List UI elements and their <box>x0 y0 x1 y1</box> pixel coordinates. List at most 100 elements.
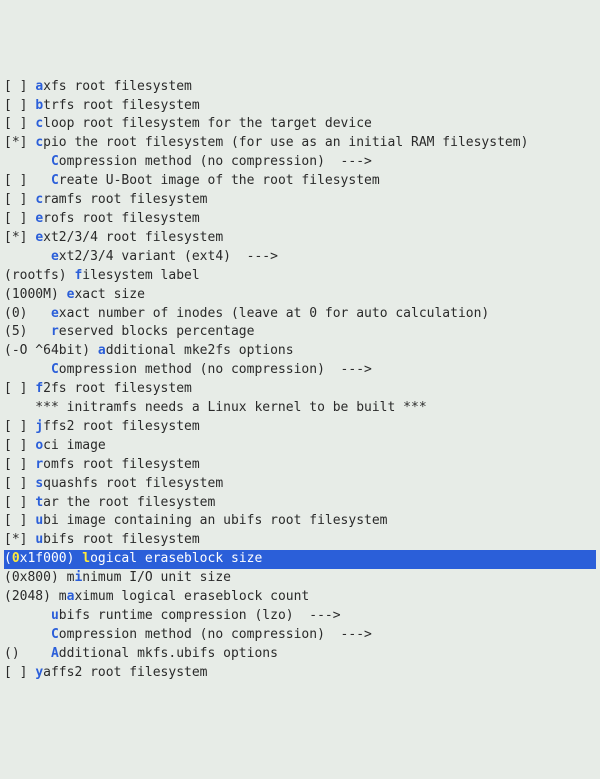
hotkey: i <box>74 570 82 585</box>
label-text: pio the root filesystem (for use as an i… <box>43 135 528 150</box>
prefix: [ ] <box>4 665 35 680</box>
label-text: xact size <box>74 287 144 302</box>
menu-cpio-compression[interactable]: Compression method (no compression) ---> <box>4 153 596 172</box>
prefix: *** initramfs needs a Linux kernel to be… <box>4 400 427 415</box>
hotkey: e <box>35 211 43 226</box>
hotkey: c <box>35 116 43 131</box>
label-text: ilesystem label <box>82 268 199 283</box>
prefix: [ ] <box>4 192 35 207</box>
prefix: [ ] <box>4 173 51 188</box>
input-inodes[interactable]: (0) exact number of inodes (leave at 0 f… <box>4 305 596 324</box>
prefix: ( <box>4 551 12 566</box>
label-text: ompression method (no compression) ---> <box>59 154 372 169</box>
prefix <box>4 608 51 623</box>
label-text: 2fs root filesystem <box>43 381 192 396</box>
label-text: quashfs root filesystem <box>43 476 223 491</box>
opt-btrfs[interactable]: [ ] btrfs root filesystem <box>4 97 596 116</box>
label-text: loop root filesystem for the target devi… <box>43 116 372 131</box>
filesystem-options-list: [ ] axfs root filesystem[ ] btrfs root f… <box>4 78 596 683</box>
prefix <box>4 249 51 264</box>
hotkey: u <box>35 532 43 547</box>
opt-axfs[interactable]: [ ] axfs root filesystem <box>4 78 596 97</box>
opt-f2fs[interactable]: [ ] f2fs root filesystem <box>4 380 596 399</box>
hotkey: C <box>51 362 59 377</box>
prefix: (0x800) m <box>4 570 74 585</box>
label-text: omfs root filesystem <box>43 457 200 472</box>
label-text: bifs runtime compression (lzo) ---> <box>59 608 341 623</box>
prefix: (0) <box>4 306 51 321</box>
hotkey: e <box>35 230 43 245</box>
hotkey: e <box>51 249 59 264</box>
opt-cpio[interactable]: [*] cpio the root filesystem (for use as… <box>4 134 596 153</box>
opt-yaffs2[interactable]: [ ] yaffs2 root filesystem <box>4 664 596 683</box>
prefix: [ ] <box>4 513 35 528</box>
label-text: xt2/3/4 root filesystem <box>43 230 223 245</box>
label-text: x1f000) <box>20 551 83 566</box>
prefix: (rootfs) <box>4 268 74 283</box>
prefix <box>4 362 51 377</box>
opt-cramfs[interactable]: [ ] cramfs root filesystem <box>4 191 596 210</box>
opt-tar[interactable]: [ ] tar the root filesystem <box>4 494 596 513</box>
comment-initramfs: *** initramfs needs a Linux kernel to be… <box>4 399 596 418</box>
prefix <box>4 154 51 169</box>
label-text: ogical eraseblock size <box>90 551 262 566</box>
hotkey: y <box>35 665 43 680</box>
label-text: nimum I/O unit size <box>82 570 231 585</box>
menu-ubifs-compression[interactable]: Compression method (no compression) ---> <box>4 626 596 645</box>
prefix: [ ] <box>4 211 35 226</box>
opt-ubifs[interactable]: [*] ubifs root filesystem <box>4 531 596 550</box>
input-mke2fs-options[interactable]: (-O ^64bit) additional mke2fs options <box>4 342 596 361</box>
prefix: [ ] <box>4 116 35 131</box>
opt-erofs[interactable]: [ ] erofs root filesystem <box>4 210 596 229</box>
label-text: dditional mke2fs options <box>106 343 294 358</box>
hotkey: j <box>35 419 43 434</box>
opt-romfs[interactable]: [ ] romfs root filesystem <box>4 456 596 475</box>
label-text: ar the root filesystem <box>43 495 215 510</box>
label-text: trfs root filesystem <box>43 98 200 113</box>
prefix: [ ] <box>4 419 35 434</box>
input-reserved-blocks[interactable]: (5) reserved blocks percentage <box>4 323 596 342</box>
menu-ubifs-runtime-compression[interactable]: ubifs runtime compression (lzo) ---> <box>4 607 596 626</box>
hotkey: A <box>51 646 59 661</box>
hotkey: a <box>35 79 43 94</box>
hotkey: a <box>98 343 106 358</box>
prefix: [ ] <box>4 476 35 491</box>
input-max-leb[interactable]: (2048) maximum logical eraseblock count <box>4 588 596 607</box>
opt-squashfs[interactable]: [ ] squashfs root filesystem <box>4 475 596 494</box>
label-text: eserved blocks percentage <box>59 324 255 339</box>
prefix: [ ] <box>4 98 35 113</box>
hotkey: c <box>35 135 43 150</box>
opt-oci[interactable]: [ ] oci image <box>4 437 596 456</box>
hotkey: s <box>35 476 43 491</box>
input-leb-size[interactable]: (0x1f000) logical eraseblock size <box>4 550 596 569</box>
hotkey: t <box>35 495 43 510</box>
prefix: [ ] <box>4 79 35 94</box>
menu-ext-variant[interactable]: ext2/3/4 variant (ext4) ---> <box>4 248 596 267</box>
label-text: affs2 root filesystem <box>43 665 207 680</box>
hotkey: r <box>35 457 43 472</box>
prefix: [ ] <box>4 381 35 396</box>
hotkey: C <box>51 627 59 642</box>
opt-ext[interactable]: [*] ext2/3/4 root filesystem <box>4 229 596 248</box>
prefix: (2048) m <box>4 589 67 604</box>
prefix: [*] <box>4 532 35 547</box>
prefix: [*] <box>4 230 35 245</box>
hotkey: o <box>35 438 43 453</box>
opt-cloop[interactable]: [ ] cloop root filesystem for the target… <box>4 115 596 134</box>
prefix: (5) <box>4 324 51 339</box>
input-mkfs-ubifs-options[interactable]: () Additional mkfs.ubifs options <box>4 645 596 664</box>
label-text: ffs2 root filesystem <box>43 419 200 434</box>
label-text: ompression method (no compression) ---> <box>59 627 372 642</box>
prefix: [*] <box>4 135 35 150</box>
label-text: rofs root filesystem <box>43 211 200 226</box>
opt-ubi[interactable]: [ ] ubi image containing an ubifs root f… <box>4 512 596 531</box>
menu-ext-compression[interactable]: Compression method (no compression) ---> <box>4 361 596 380</box>
input-min-io[interactable]: (0x800) minimum I/O unit size <box>4 569 596 588</box>
input-exact-size[interactable]: (1000M) exact size <box>4 286 596 305</box>
prefix: [ ] <box>4 457 35 472</box>
label-text: xfs root filesystem <box>43 79 192 94</box>
prefix: [ ] <box>4 438 35 453</box>
opt-jffs2[interactable]: [ ] jffs2 root filesystem <box>4 418 596 437</box>
opt-cpio-uboot[interactable]: [ ] Create U-Boot image of the root file… <box>4 172 596 191</box>
input-fs-label[interactable]: (rootfs) filesystem label <box>4 267 596 286</box>
